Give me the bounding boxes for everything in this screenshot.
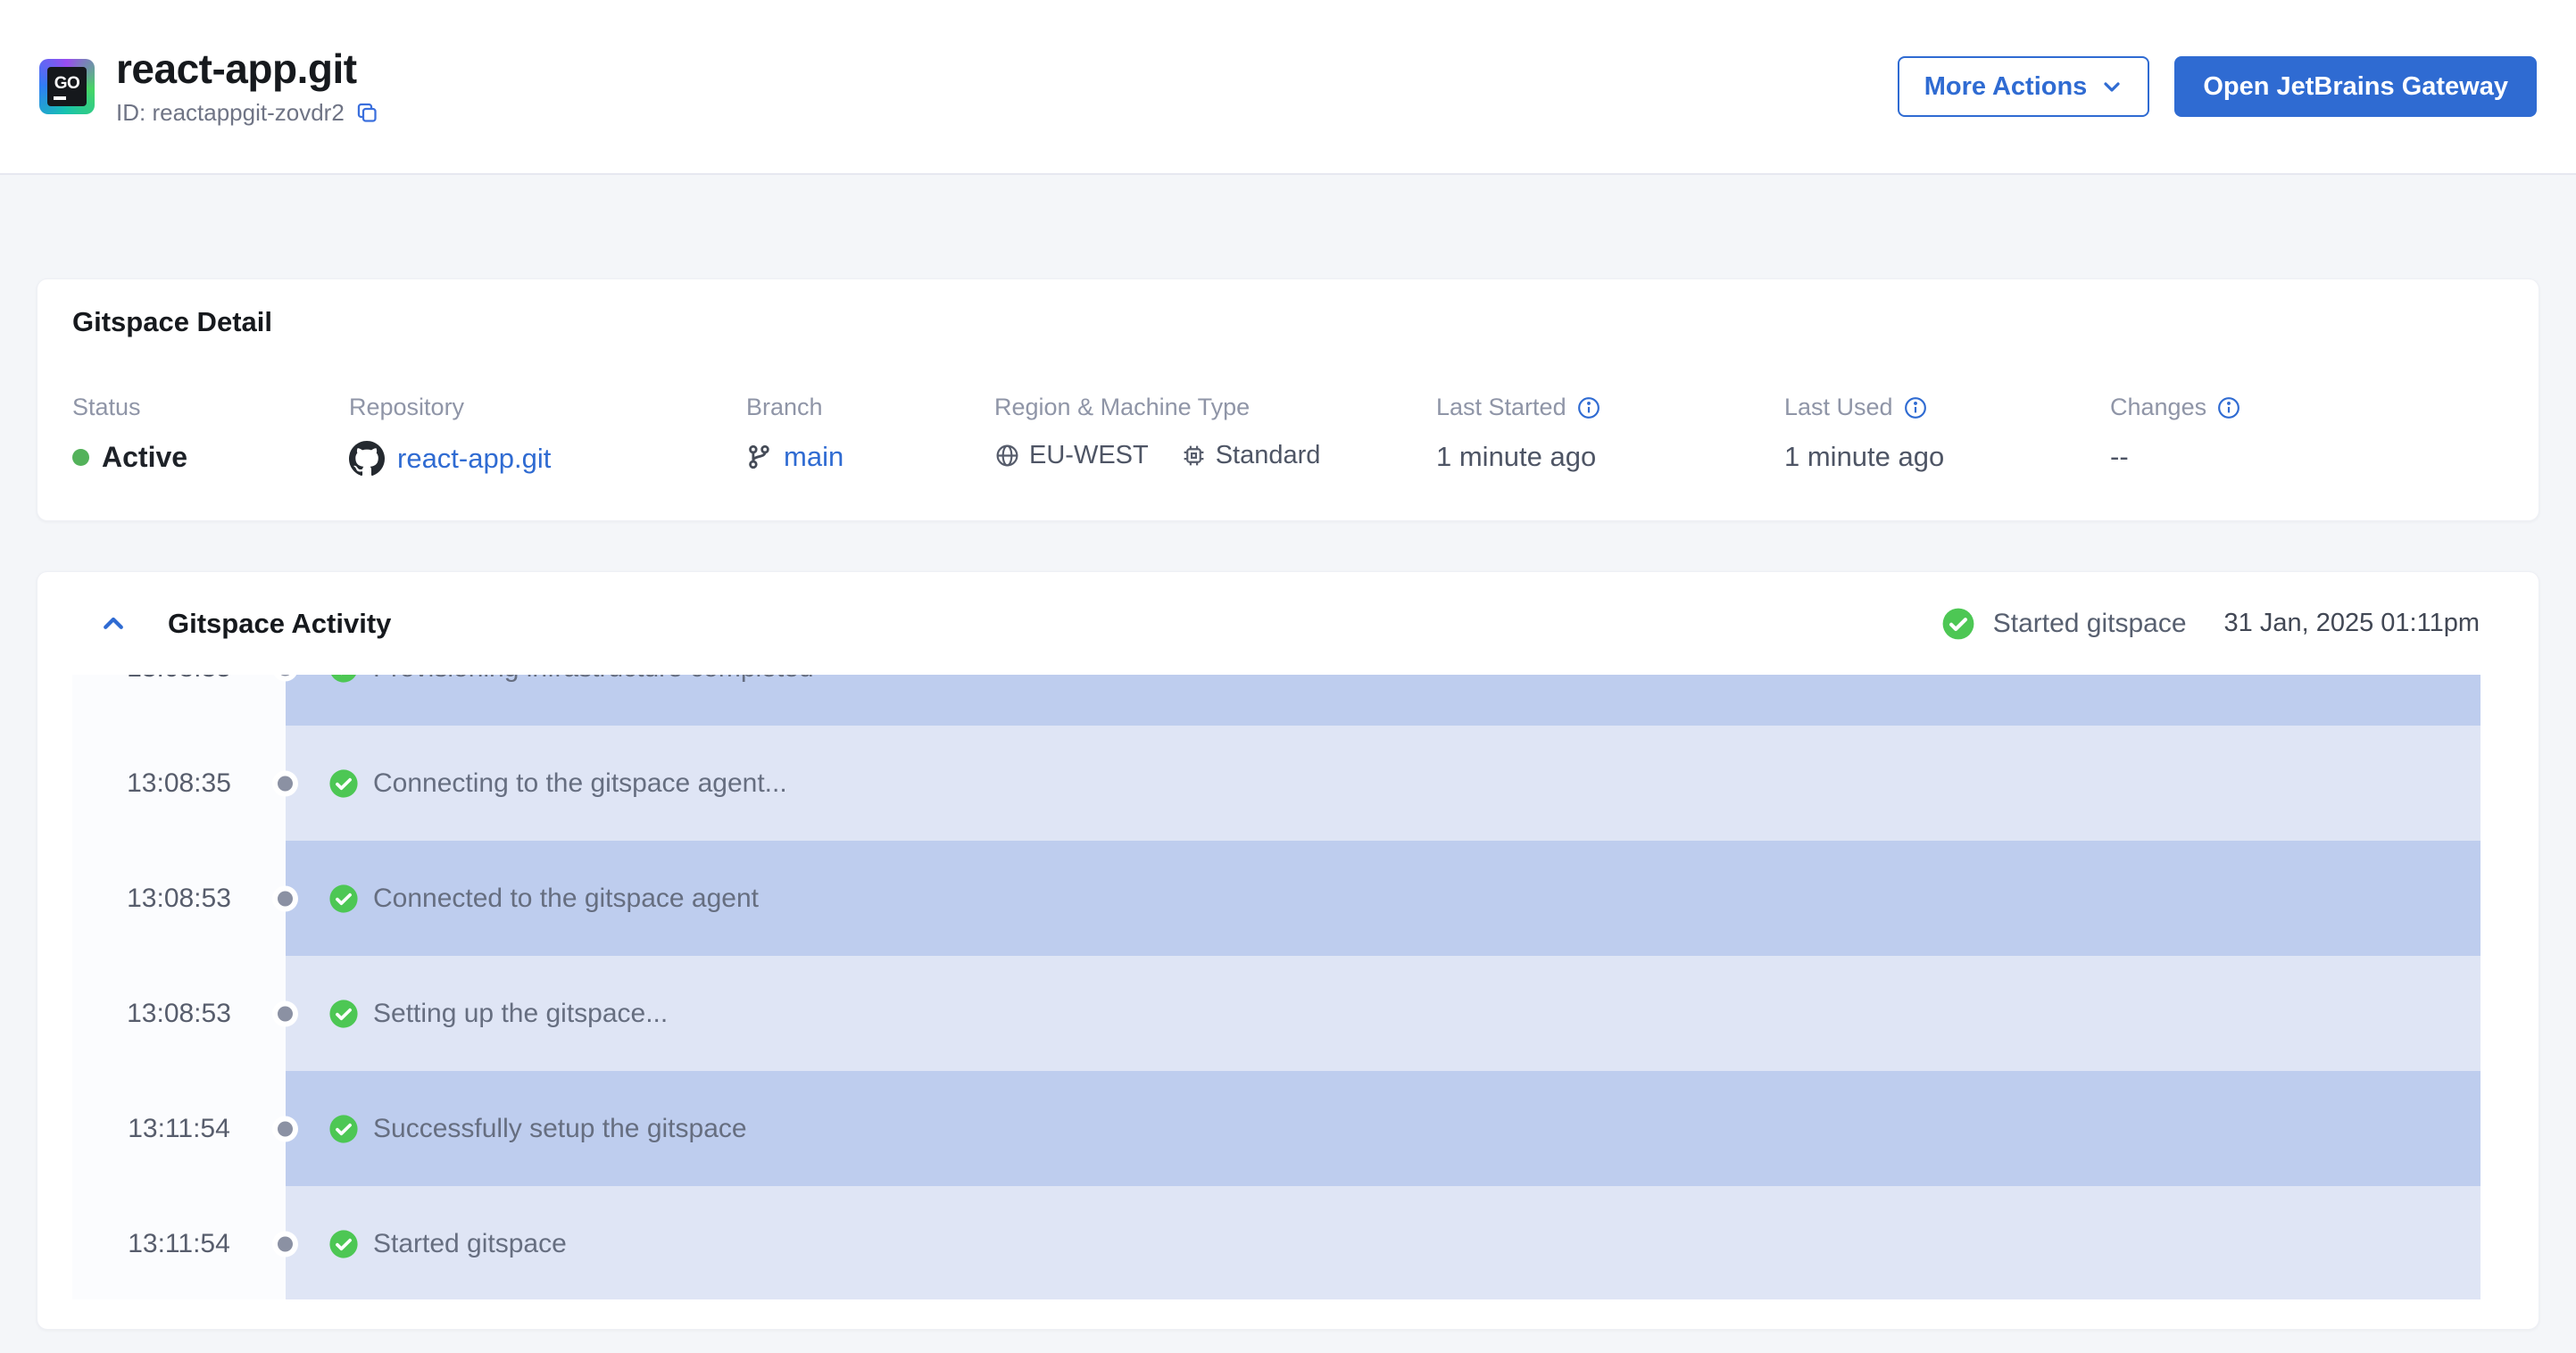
log-message: Started gitspace xyxy=(373,1228,567,1258)
log-row: 13:08:35 Connecting to the gitspace agen… xyxy=(72,726,2480,841)
globe-icon xyxy=(994,443,1020,469)
timeline-dot xyxy=(278,891,293,906)
repository-label: Repository xyxy=(349,394,465,420)
changes-value: -- xyxy=(2110,441,2129,472)
branch-label: Branch xyxy=(746,394,823,420)
field-branch: Branch main xyxy=(746,394,994,477)
goland-logo-underscore xyxy=(54,96,66,100)
goland-logo-icon: GO xyxy=(39,59,95,114)
region-value: EU-WEST xyxy=(1029,441,1149,469)
status-label: Status xyxy=(72,394,141,420)
check-circle-icon xyxy=(328,1114,359,1144)
check-circle-icon xyxy=(328,884,359,914)
field-region-machine: Region & Machine Type EU-WEST Standard xyxy=(994,394,1436,477)
info-icon[interactable] xyxy=(1904,396,1927,419)
chevron-down-icon xyxy=(2101,76,2123,97)
cpu-icon xyxy=(1181,443,1207,469)
activity-timestamp: 31 Jan, 2025 01:11pm xyxy=(2223,609,2480,637)
check-circle-icon xyxy=(328,768,359,799)
check-circle-icon xyxy=(1941,607,1975,641)
status-dot-icon xyxy=(72,449,89,466)
log-message: Connecting to the gitspace agent... xyxy=(373,768,787,798)
machine-type-value: Standard xyxy=(1215,441,1321,469)
log-time: 13:11:54 xyxy=(72,1071,286,1186)
last-used-label: Last Used xyxy=(1784,394,1893,420)
gitspace-detail-card: Gitspace Detail Status Active Repository… xyxy=(37,278,2539,521)
log-time: 13:08:53 xyxy=(72,956,286,1071)
gitspace-activity-card: Gitspace Activity Started gitspace 31 Ja… xyxy=(37,571,2539,1330)
log-time: 13:08:35 xyxy=(72,675,286,726)
log-message: Connected to the gitspace agent xyxy=(373,883,759,913)
log-row: 13:08:53 Connected to the gitspace agent xyxy=(72,841,2480,956)
field-last-started: Last Started 1 minute ago xyxy=(1436,394,1784,477)
activity-log-viewport[interactable]: 13:08:35 Provisioning infrastructure com… xyxy=(72,675,2480,1299)
log-time: 13:11:54 xyxy=(72,1186,286,1299)
gitspace-activity-title: Gitspace Activity xyxy=(168,607,392,639)
log-row: 13:08:53 Setting up the gitspace... xyxy=(72,956,2480,1071)
check-circle-icon xyxy=(328,999,359,1029)
goland-logo-text: GO xyxy=(54,74,80,93)
github-icon xyxy=(349,441,385,477)
info-icon[interactable] xyxy=(2217,396,2240,419)
changes-label: Changes xyxy=(2110,394,2207,420)
page-header: GO react-app.git ID: reactappgit-zovdr2 … xyxy=(0,0,2576,175)
last-started-label: Last Started xyxy=(1436,394,1566,420)
check-circle-icon xyxy=(328,675,359,684)
field-changes: Changes -- xyxy=(2110,394,2240,477)
git-branch-icon xyxy=(746,444,771,469)
check-circle-icon xyxy=(328,1229,359,1259)
log-row: 13:08:35 Provisioning infrastructure com… xyxy=(72,675,2480,726)
log-time: 13:08:35 xyxy=(72,726,286,841)
log-message: Setting up the gitspace... xyxy=(373,998,669,1028)
more-actions-button[interactable]: More Actions xyxy=(1897,56,2150,117)
log-row: 13:11:54 Successfully setup the gitspace xyxy=(72,1071,2480,1186)
log-message: Successfully setup the gitspace xyxy=(373,1113,747,1143)
field-repository: Repository react-app.git xyxy=(349,394,746,477)
info-icon[interactable] xyxy=(1577,396,1600,419)
field-last-used: Last Used 1 minute ago xyxy=(1784,394,2110,477)
status-value: Active xyxy=(102,441,188,473)
repository-link[interactable]: react-app.git xyxy=(397,443,551,475)
last-started-value: 1 minute ago xyxy=(1436,441,1597,472)
log-row: 13:11:54 Started gitspace xyxy=(72,1186,2480,1299)
collapse-chevron-up-icon[interactable] xyxy=(100,610,127,637)
open-gateway-label: Open JetBrains Gateway xyxy=(2203,71,2508,101)
region-machine-label: Region & Machine Type xyxy=(994,394,1251,420)
timeline-dot xyxy=(278,1236,293,1251)
timeline-dot xyxy=(278,1006,293,1021)
branch-link[interactable]: main xyxy=(784,441,843,473)
page-title: react-app.git xyxy=(116,46,357,93)
gitspace-id: ID: reactappgit-zovdr2 xyxy=(116,98,345,126)
gitspace-detail-title: Gitspace Detail xyxy=(72,306,272,337)
more-actions-label: More Actions xyxy=(1924,71,2088,101)
field-status: Status Active xyxy=(72,394,349,477)
activity-status-label: Started gitspace xyxy=(1992,608,2187,638)
timeline-dot xyxy=(278,1121,293,1136)
log-time: 13:08:53 xyxy=(72,841,286,956)
log-message: Provisioning infrastructure completed xyxy=(373,675,814,684)
timeline-dot xyxy=(278,776,293,791)
copy-icon[interactable] xyxy=(355,101,379,125)
open-jetbrains-gateway-button[interactable]: Open JetBrains Gateway xyxy=(2174,56,2537,117)
last-used-value: 1 minute ago xyxy=(1784,441,1945,472)
